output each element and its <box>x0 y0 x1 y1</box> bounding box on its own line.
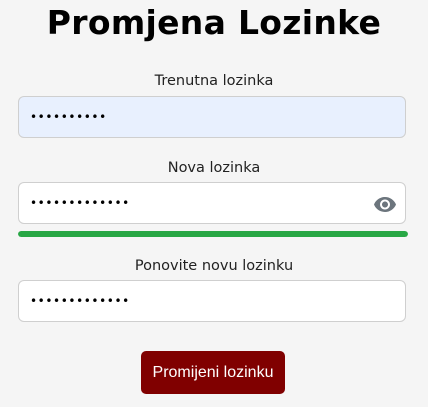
password-strength-fill <box>18 231 408 237</box>
change-password-page: Promjena Lozinke Trenutna lozinka Nova l… <box>0 0 428 407</box>
change-password-button[interactable]: Promijeni lozinku <box>141 351 285 394</box>
eye-icon <box>373 192 397 216</box>
new-password-label: Nova lozinka <box>167 160 261 176</box>
current-password-label: Trenutna lozinka <box>154 73 274 89</box>
current-password-input[interactable] <box>19 97 405 137</box>
repeat-password-field-wrapper <box>18 280 406 322</box>
new-password-input[interactable] <box>19 183 405 223</box>
repeat-password-input[interactable] <box>19 281 405 321</box>
toggle-password-visibility-button[interactable] <box>373 192 397 216</box>
current-password-field-wrapper <box>18 96 406 138</box>
repeat-password-label: Ponovite novu lozinku <box>134 258 294 274</box>
new-password-field-wrapper <box>18 182 406 224</box>
password-strength-bar <box>18 231 408 237</box>
page-title: Promjena Lozinke <box>46 3 382 42</box>
